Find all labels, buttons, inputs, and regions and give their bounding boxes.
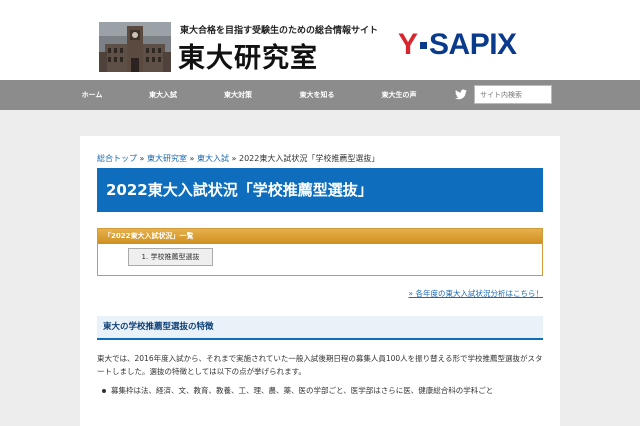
section-paragraph: 東大では、2016年度入試から、それまで実施されていた一般入試後期日程の募集人員… (97, 354, 543, 376)
twitter-icon[interactable] (455, 89, 467, 100)
section-heading: 東大の学校推薦型選抜の特徴 (97, 316, 543, 340)
toc-box: 「2022東大入試状況」一覧 1. 学校推薦型選抜 (97, 228, 543, 276)
breadcrumb: 総合トップ » 東大研究室 » 東大入試 » 2022東大入試状況「学校推薦型選… (97, 153, 379, 164)
breadcrumb-separator: » (189, 154, 195, 163)
site-title[interactable]: 東大研究室 (178, 36, 318, 75)
sapix-logo[interactable]: Y SAPIX (398, 30, 517, 60)
page-title: 2022東大入試状況「学校推薦型選抜」 (97, 168, 543, 212)
breadcrumb-separator: » (139, 154, 145, 163)
toc-header: 「2022東大入試状況」一覧 (98, 229, 542, 244)
nav-item-prep[interactable]: 東大対策 (221, 80, 255, 110)
yearly-analysis-link[interactable]: » 各年度の東大入試状況分析はこちら！ (409, 288, 543, 299)
main-content: 総合トップ » 東大研究室 » 東大入試 » 2022東大入試状況「学校推薦型選… (80, 136, 560, 426)
nav-item-voices[interactable]: 東大生の声 (378, 80, 420, 110)
breadcrumb-link-exam[interactable]: 東大入試 (197, 154, 229, 163)
sapix-logo-dot (420, 41, 428, 49)
nav-item-about[interactable]: 東大を知る (296, 80, 338, 110)
list-item-text: 募集枠は法、経済、文、教育、教養、工、理、農、薬、医の学部ごと、医学部はさらに医… (111, 386, 494, 395)
breadcrumb-current: 2022東大入試状況「学校推薦型選抜」 (239, 154, 380, 163)
sapix-logo-y: Y (398, 28, 419, 61)
breadcrumb-link-top[interactable]: 総合トップ (97, 154, 137, 163)
toc-item-button[interactable]: 1. 学校推薦型選抜 (128, 248, 213, 266)
list-item: 募集枠は法、経済、文、教育、教養、工、理、農、薬、医の学部ごと、医学部はさらに医… (102, 384, 542, 397)
nav-item-exam[interactable]: 東大入試 (146, 80, 180, 110)
nav-item-home[interactable]: ホーム (78, 80, 106, 110)
sapix-logo-text: SAPIX (429, 28, 517, 61)
site-search-input[interactable] (474, 85, 552, 104)
site-tagline: 東大合格を目指す受験生のための総合情報サイト (180, 26, 379, 36)
site-header: 東大合格を目指す受験生のための総合情報サイト 東大研究室 Y SAPIX (0, 0, 640, 80)
breadcrumb-link-lab[interactable]: 東大研究室 (147, 154, 187, 163)
breadcrumb-separator: » (231, 154, 237, 163)
bullet-icon (102, 389, 106, 393)
yasuda-auditorium-photo[interactable] (99, 22, 171, 72)
